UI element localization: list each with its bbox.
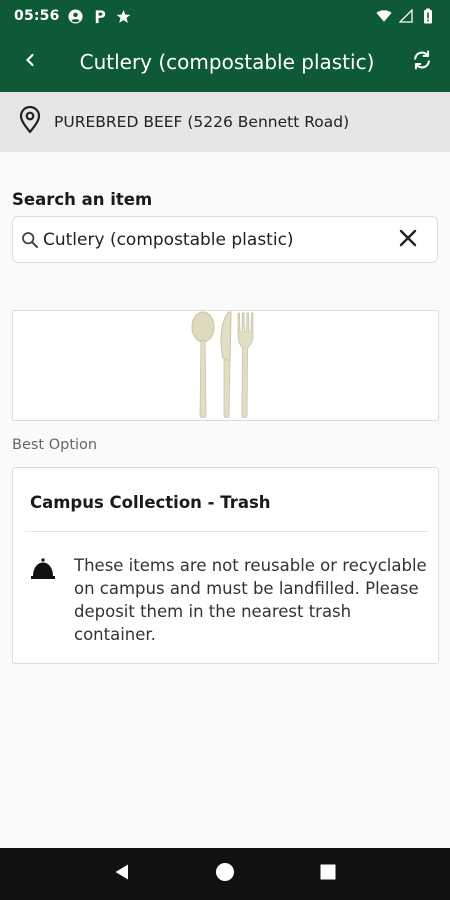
- option-description: These items are not reusable or recyclab…: [74, 556, 427, 644]
- location-bar[interactable]: PUREBRED BEEF (5226 Bennett Road): [0, 92, 450, 152]
- search-icon: [19, 229, 41, 251]
- battery-icon: [420, 8, 436, 24]
- status-bar: 05:56: [0, 0, 450, 32]
- status-left: 05:56: [14, 8, 132, 24]
- app-bar: Cutlery (compostable plastic): [0, 32, 450, 92]
- status-time: 05:56: [14, 8, 60, 24]
- item-image-card: [12, 310, 439, 421]
- back-button[interactable]: [0, 32, 60, 92]
- best-option-label: Best Option: [12, 437, 98, 453]
- search-value[interactable]: Cutlery (compostable plastic): [43, 230, 385, 250]
- star-icon: [116, 8, 132, 24]
- close-icon: [398, 228, 418, 252]
- option-title: Campus Collection - Trash: [30, 493, 271, 512]
- chevron-left-icon: [23, 51, 37, 73]
- parking-icon: [92, 8, 108, 24]
- search-input[interactable]: Cutlery (compostable plastic): [12, 216, 438, 263]
- refresh-icon: [411, 49, 433, 75]
- system-nav-bar: [0, 848, 450, 900]
- page-title: Cutlery (compostable plastic): [79, 50, 375, 74]
- nav-back-button[interactable]: [102, 854, 142, 894]
- cell-signal-icon: [398, 8, 414, 24]
- location-text: PUREBRED BEEF (5226 Bennett Road): [54, 113, 350, 131]
- service-bell-icon: [30, 556, 56, 582]
- back-triangle-icon: [113, 863, 131, 885]
- search-label: Search an item: [12, 190, 153, 209]
- location-pin-icon: [18, 105, 42, 138]
- refresh-button[interactable]: [394, 32, 450, 92]
- nav-recents-button[interactable]: [308, 854, 348, 894]
- recents-square-icon: [319, 863, 337, 885]
- status-right: [376, 8, 436, 24]
- nav-home-button[interactable]: [205, 854, 245, 894]
- divider: [25, 531, 428, 532]
- best-option-card[interactable]: Campus Collection - Trash These items ar…: [12, 467, 439, 664]
- account-circle-icon: [68, 8, 84, 24]
- home-circle-icon: [214, 861, 236, 887]
- clear-search-button[interactable]: [385, 217, 431, 263]
- wifi-icon: [376, 8, 392, 24]
- cutlery-image: [186, 310, 266, 422]
